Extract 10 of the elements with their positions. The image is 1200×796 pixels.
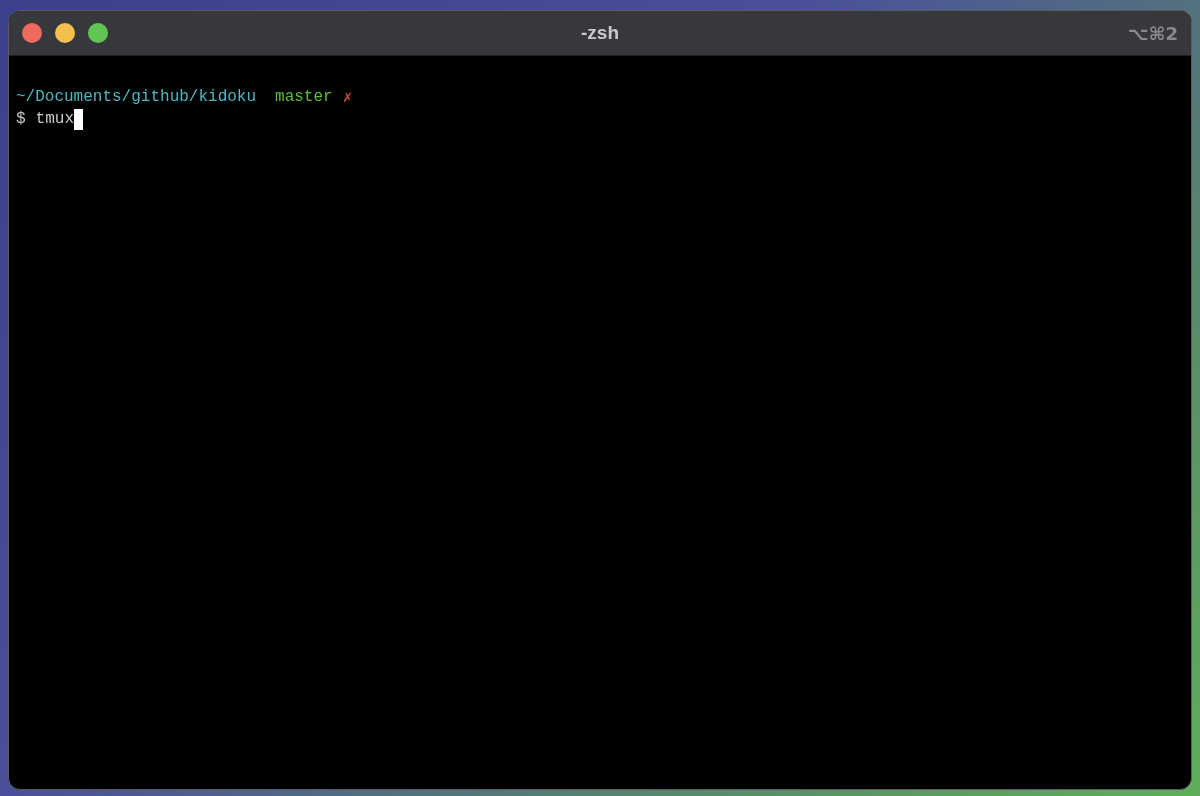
- window-title: -zsh: [581, 20, 619, 45]
- prompt-symbol: $: [16, 109, 26, 130]
- prompt-path: ~/Documents/github/kidoku: [16, 87, 257, 108]
- close-button[interactable]: [22, 23, 42, 43]
- zoom-button[interactable]: [88, 23, 108, 43]
- dirty-mark: ✗: [342, 86, 353, 108]
- shortcut-label: ⌥⌘2: [1128, 21, 1178, 46]
- minimize-button[interactable]: [55, 23, 75, 43]
- command-text: tmux: [35, 109, 74, 130]
- git-branch: master: [275, 87, 333, 108]
